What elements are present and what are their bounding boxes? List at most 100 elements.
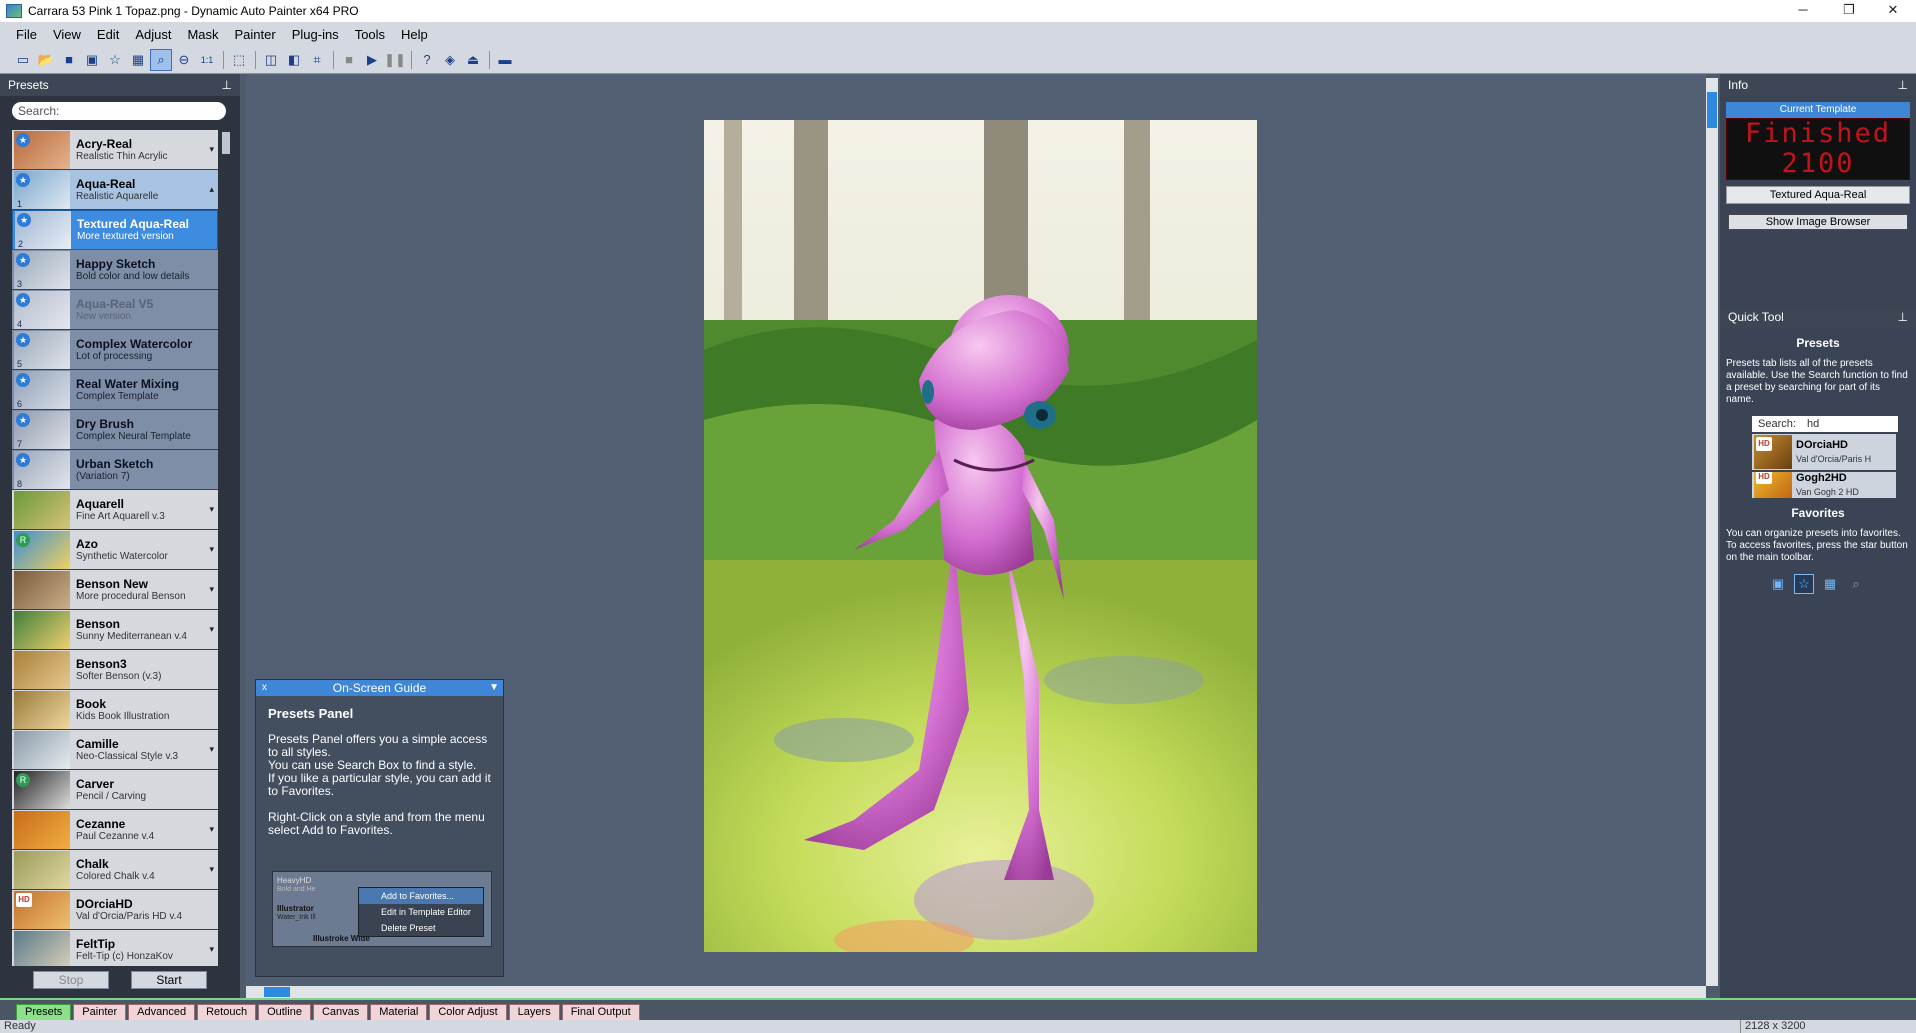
menu-plugins[interactable]: Plug-ins: [284, 27, 347, 42]
restore-button[interactable]: ❐: [1826, 0, 1872, 22]
preset-description: Fine Art Aquarell v.3: [76, 510, 165, 522]
upload-icon[interactable]: ⏏: [462, 49, 484, 71]
quick-search-value: hd: [1806, 418, 1820, 430]
preset-thumbnail: ★ 8: [14, 450, 70, 489]
zoom-out-icon[interactable]: ⊖: [173, 49, 195, 71]
preset-item[interactable]: R Carver Pencil / Carving: [12, 770, 218, 810]
close-button[interactable]: ✕: [1870, 0, 1916, 22]
preset-item[interactable]: ★ 2 Textured Aqua-Real More textured versio…: [12, 210, 218, 250]
collapse-arrow-icon[interactable]: ▴: [209, 184, 214, 195]
tab-outline[interactable]: Outline: [258, 1004, 311, 1020]
preset-name: Aqua-Real V5: [76, 296, 154, 311]
guide-close-button[interactable]: x: [262, 680, 267, 696]
image-browser-icon[interactable]: ▦: [127, 49, 149, 71]
menu-tools[interactable]: Tools: [347, 27, 393, 42]
preset-item[interactable]: Aquarell Fine Art Aquarell v.3 ▾: [12, 490, 218, 530]
start-button[interactable]: Start: [131, 971, 207, 989]
preset-item[interactable]: ★ 7 Dry Brush Complex Neural Template: [12, 410, 218, 450]
tab-color-adjust[interactable]: Color Adjust: [429, 1004, 507, 1020]
preset-item[interactable]: ★ 3 Happy Sketch Bold color and low details: [12, 250, 218, 290]
expand-arrow-icon[interactable]: ▾: [209, 584, 214, 595]
expand-arrow-icon[interactable]: ▾: [209, 624, 214, 635]
preset-item[interactable]: Benson Sunny Mediterranean v.4 ▾: [12, 610, 218, 650]
preset-thumbnail: [14, 490, 70, 529]
pin-icon[interactable]: ⊥: [1898, 78, 1908, 92]
menu-view[interactable]: View: [45, 27, 89, 42]
preset-item[interactable]: ★ 4 Aqua-Real V5 New version: [12, 290, 218, 330]
tab-advanced[interactable]: Advanced: [128, 1004, 196, 1020]
pin-icon[interactable]: ⊥: [1898, 310, 1908, 324]
open-icon[interactable]: 📂: [35, 49, 57, 71]
save-as-icon[interactable]: ▣: [81, 49, 103, 71]
show-image-browser-button[interactable]: Show Image Browser: [1728, 214, 1908, 230]
menu-painter[interactable]: Painter: [227, 27, 284, 42]
menu-adjust[interactable]: Adjust: [127, 27, 179, 42]
crop-icon[interactable]: ⌗: [306, 49, 328, 71]
tab-retouch[interactable]: Retouch: [197, 1004, 257, 1020]
preset-item[interactable]: FeltTip Felt-Tip (c) HonzaKov ▾: [12, 930, 218, 966]
preset-item[interactable]: Camille Neo-Classical Style v.3 ▾: [12, 730, 218, 770]
preset-thumbnail: ★ 6: [14, 370, 70, 409]
preset-item[interactable]: ★ 6 Real Water Mixing Complex Template: [12, 370, 218, 410]
preset-item[interactable]: Benson New More procedural Benson ▾: [12, 570, 218, 610]
compare-icon[interactable]: ◫: [260, 49, 282, 71]
tab-canvas[interactable]: Canvas: [312, 1004, 369, 1020]
help-icon[interactable]: ?: [416, 49, 438, 71]
layers-icon[interactable]: ◈: [439, 49, 461, 71]
preset-item[interactable]: HD DOrciaHD Val d'Orcia/Paris HD v.4: [12, 890, 218, 930]
menu-help[interactable]: Help: [393, 27, 436, 42]
pin-icon[interactable]: ⊥: [222, 78, 232, 92]
play-icon[interactable]: ▶: [361, 49, 383, 71]
preset-list-scrollbar[interactable]: [222, 130, 230, 966]
info-panel-title: Info: [1728, 78, 1749, 92]
expand-arrow-icon[interactable]: ▾: [209, 944, 214, 955]
preset-item[interactable]: Book Kids Book Illustration: [12, 690, 218, 730]
painting-canvas[interactable]: [704, 120, 1257, 952]
expand-arrow-icon[interactable]: ▾: [209, 544, 214, 555]
preset-item[interactable]: R Azo Synthetic Watercolor ▾: [12, 530, 218, 570]
expand-arrow-icon[interactable]: ▾: [209, 504, 214, 515]
guide-dropdown-icon[interactable]: ▼: [489, 680, 499, 696]
tab-final-output[interactable]: Final Output: [561, 1004, 640, 1020]
preset-item[interactable]: ★ 8 Urban Sketch (Variation 7): [12, 450, 218, 490]
variation-number: 6: [17, 398, 23, 409]
actual-size-icon[interactable]: 1:1: [196, 49, 218, 71]
preset-item[interactable]: Cezanne Paul Cezanne v.4 ▾: [12, 810, 218, 850]
expand-arrow-icon[interactable]: ▾: [209, 744, 214, 755]
menu-edit[interactable]: Edit: [89, 27, 127, 42]
new-icon[interactable]: ▭: [12, 49, 34, 71]
preset-item[interactable]: ★ 1 Aqua-Real Realistic Aquarelle ▴: [12, 170, 218, 210]
stop-icon[interactable]: ■: [338, 49, 360, 71]
pause-icon[interactable]: ❚❚: [384, 49, 406, 71]
expand-arrow-icon[interactable]: ▾: [209, 144, 214, 155]
canvas-vertical-scrollbar[interactable]: [1706, 78, 1718, 986]
tab-presets[interactable]: Presets: [16, 1004, 72, 1020]
minimize-button[interactable]: ─: [1780, 0, 1826, 22]
save-icon[interactable]: ■: [58, 49, 80, 71]
zoom-icon: ⌕: [1852, 576, 1860, 591]
bottom-tab-bar: Presets Painter Advanced Retouch Outline…: [0, 998, 1916, 1020]
expand-arrow-icon[interactable]: ▾: [209, 824, 214, 835]
toolbar-separator: [255, 50, 256, 69]
expand-arrow-icon[interactable]: ▾: [209, 864, 214, 875]
tab-painter[interactable]: Painter: [73, 1004, 127, 1020]
preset-name: DOrciaHD: [76, 896, 133, 911]
menu-file[interactable]: File: [8, 27, 45, 42]
preset-item[interactable]: Benson3 Softer Benson (v.3): [12, 650, 218, 690]
tab-material[interactable]: Material: [370, 1004, 428, 1020]
preset-item[interactable]: ★ 5 Complex Watercolor Lot of processing: [12, 330, 218, 370]
tab-layers[interactable]: Layers: [508, 1004, 560, 1020]
stop-button[interactable]: Stop: [33, 971, 109, 989]
split-view-icon[interactable]: ◧: [283, 49, 305, 71]
shot-item-2-desc: Water_Ink Ill: [277, 914, 316, 921]
preset-item[interactable]: Chalk Colored Chalk v.4 ▾: [12, 850, 218, 890]
zoom-fit-icon[interactable]: ⌕: [150, 48, 172, 71]
canvas-color-icon[interactable]: ▬: [494, 49, 516, 71]
canvas-horizontal-scrollbar[interactable]: [246, 986, 1706, 998]
preset-search-input[interactable]: Search:: [12, 102, 226, 120]
favorites-star-icon[interactable]: ☆: [104, 49, 126, 71]
preset-item[interactable]: ★ Acry-Real Realistic Thin Acrylic ▾: [12, 130, 218, 170]
guide-heading: Presets Panel: [268, 706, 354, 721]
menu-mask[interactable]: Mask: [179, 27, 226, 42]
crop-frame-icon[interactable]: ⬚: [228, 49, 250, 71]
